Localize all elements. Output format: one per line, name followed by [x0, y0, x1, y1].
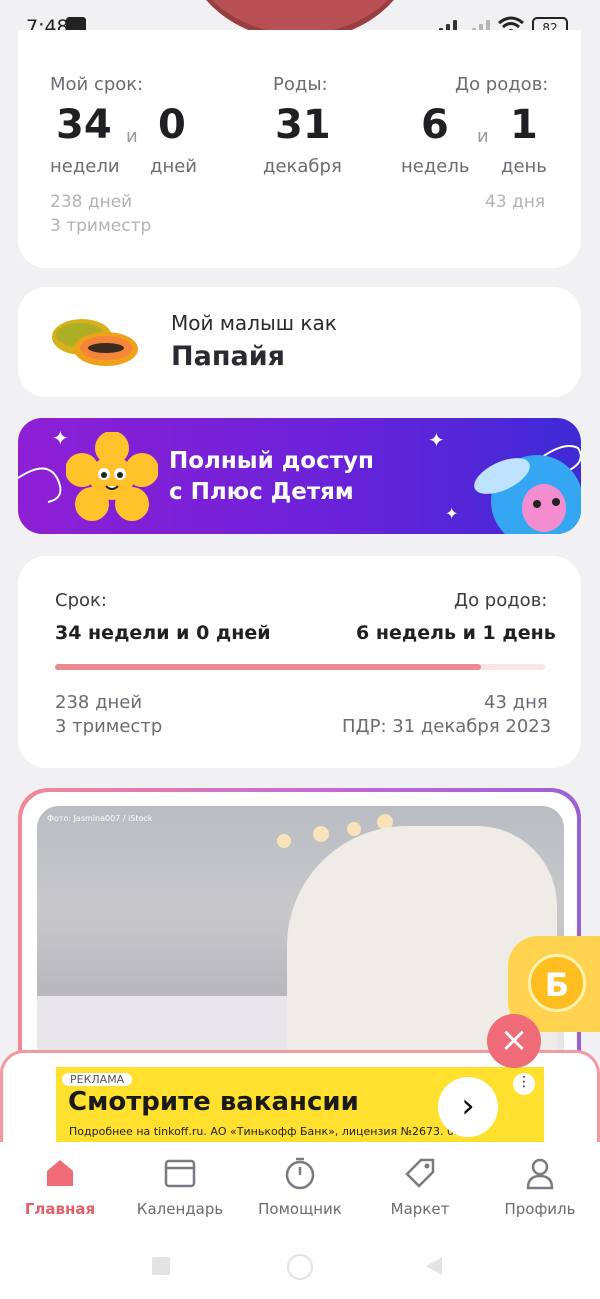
promo-line-1: Полный доступ	[169, 448, 374, 474]
weeks-unit: недели	[50, 156, 120, 177]
photo-credit: Фото: Jasmina007 / iStock	[47, 814, 153, 823]
blob-mascot-icon	[474, 455, 581, 534]
nav-label: Маркет	[390, 1200, 450, 1218]
term-value: 34 недели и 0 дней	[55, 622, 271, 644]
more-options-icon[interactable]: ⋮	[513, 1073, 535, 1095]
my-term-label: Мой срок:	[50, 74, 144, 95]
flower-mascot-icon	[66, 432, 158, 521]
baby-size-title: Мой малыш как	[171, 311, 337, 335]
promo-text: Полный доступ с Плюс Детям	[169, 446, 374, 508]
days-total: 238 дней	[55, 692, 143, 713]
home-icon	[47, 1160, 73, 1186]
nav-market[interactable]: Маркет	[360, 1142, 480, 1232]
days-total: 238 дней	[50, 192, 133, 212]
nav-label: Помощник	[258, 1200, 342, 1218]
ad-label: РЕКЛАМА	[62, 1073, 133, 1086]
timer-icon	[285, 1157, 315, 1190]
weeks-value: 34	[56, 102, 112, 148]
until-weeks: 6	[421, 102, 449, 148]
until-weeks-unit: недель	[401, 156, 470, 177]
due-date: ПДР: 31 декабря 2023	[342, 716, 552, 737]
progress-fill	[55, 664, 482, 670]
nav-label: Календарь	[136, 1200, 224, 1218]
baby-size-fruit: Папайя	[171, 341, 285, 372]
trimester: 3 триместр	[55, 716, 163, 737]
pregnancy-summary-card[interactable]: Мой срок: 34 и 0 недели дней Роды: 31 де…	[18, 30, 581, 268]
days-left: 43 дня	[484, 692, 548, 713]
and-separator: и	[126, 126, 138, 147]
pregnancy-progress-bar	[55, 664, 545, 670]
birth-day: 31	[275, 102, 331, 148]
until-days: 1	[510, 102, 538, 148]
back-button[interactable]	[426, 1257, 442, 1275]
article-photo[interactable]: Фото: Jasmina007 / iStock	[37, 806, 564, 1066]
bokeh-light	[277, 834, 291, 848]
plus-promo-banner[interactable]: ✦ ✦ ✦ Полный доступ с Плюс Детям	[18, 418, 581, 534]
nav-profile[interactable]: Профиль	[480, 1142, 600, 1232]
trimester: 3 триместр	[50, 216, 152, 236]
birth-label: Роды:	[273, 74, 328, 95]
system-navigation-bar	[0, 1232, 600, 1299]
term-label: Срок:	[55, 590, 107, 611]
chevron-right-icon[interactable]: ›	[438, 1077, 498, 1137]
tag-icon	[405, 1158, 435, 1188]
close-ad-button[interactable]: ×	[487, 1014, 541, 1068]
nav-home[interactable]: Главная	[0, 1142, 120, 1232]
bottom-navigation: Главная Календарь Помощник Маркет Профил…	[0, 1142, 600, 1232]
until-days-unit: день	[501, 156, 547, 177]
until-birth-label: До родов:	[455, 74, 549, 95]
ad-subtext: Подробнее на tinkoff.ru. АО «Тинькофф Ба…	[69, 1125, 464, 1138]
calendar-icon	[164, 1159, 196, 1188]
bokeh-light	[347, 822, 361, 836]
ad-banner[interactable]: РЕКЛАМА Смотрите вакансии Подробнее на t…	[56, 1067, 544, 1147]
nav-label: Главная	[24, 1200, 96, 1218]
nav-calendar[interactable]: Календарь	[120, 1142, 240, 1232]
ad-headline: Смотрите вакансии	[68, 1087, 359, 1117]
birth-month: декабря	[263, 156, 342, 177]
promo-line-2: с Плюс Детям	[169, 479, 354, 505]
until-label: До родов:	[454, 590, 548, 611]
nav-label: Профиль	[504, 1200, 576, 1218]
days-value: 0	[158, 102, 186, 148]
home-system-button[interactable]	[287, 1254, 313, 1280]
bokeh-light	[313, 826, 329, 842]
sparkle-icon: ✦	[428, 428, 445, 452]
days-unit: дней	[150, 156, 197, 177]
progress-card[interactable]: Срок: 34 недели и 0 дней До родов: 6 нед…	[18, 556, 581, 768]
profile-icon	[526, 1158, 554, 1190]
recent-apps-button[interactable]	[152, 1257, 170, 1275]
and-separator: и	[477, 126, 489, 147]
days-left: 43 дня	[485, 192, 546, 212]
baby-size-card[interactable]: Мой малыш как Папайя	[18, 287, 581, 397]
papaya-icon	[52, 319, 138, 366]
nav-assistant[interactable]: Помощник	[240, 1142, 360, 1232]
coin-icon: Ƃ	[528, 954, 586, 1012]
until-value: 6 недель и 1 день	[356, 622, 556, 644]
